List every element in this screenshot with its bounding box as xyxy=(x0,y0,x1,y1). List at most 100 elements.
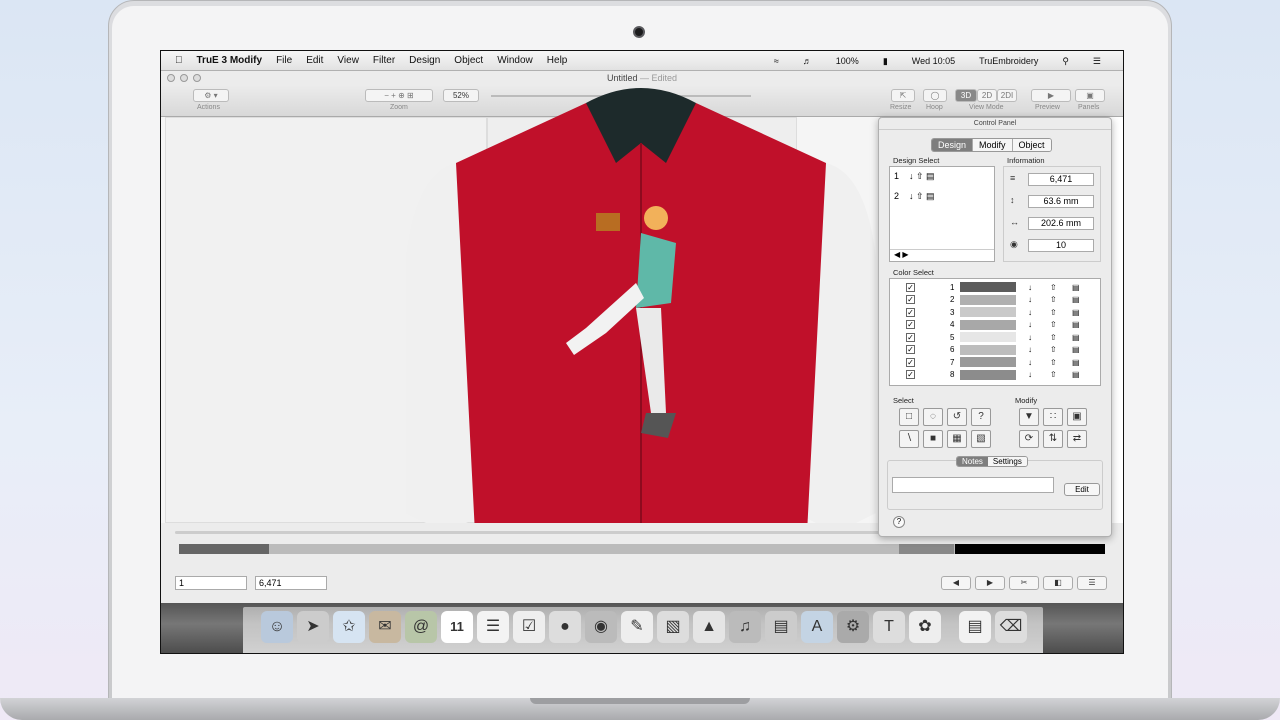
move-up-icon[interactable]: ⇧ xyxy=(1050,370,1057,379)
design-select-list[interactable]: 1 ↓ ⇧ ▤ 2 ↓ ⇧ ▤ ◀ ▶ xyxy=(889,166,995,262)
color-swatch[interactable] xyxy=(960,282,1016,293)
group-icon[interactable]: ∷ xyxy=(1043,408,1063,426)
app-menu[interactable]: TruE 3 Modify xyxy=(197,55,263,66)
color-select-icon[interactable]: ■ xyxy=(923,430,943,448)
textedit-icon[interactable]: ✎ xyxy=(621,611,653,643)
move-up-icon[interactable]: ⇧ xyxy=(1050,308,1057,317)
mail-icon[interactable]: ✉ xyxy=(369,611,401,643)
color-row[interactable]: ✓ 6 ↓ ⇧ ▤ xyxy=(892,344,1088,357)
move-up-icon[interactable]: ⇧ xyxy=(1050,283,1057,292)
menu-filter[interactable]: Filter xyxy=(373,55,395,66)
move-down-icon[interactable]: ↓ xyxy=(1028,333,1032,342)
tab-settings[interactable]: Settings xyxy=(987,457,1027,466)
color-chart-icon[interactable]: ▤ xyxy=(1072,295,1080,304)
move-down-icon[interactable]: ↓ xyxy=(1028,283,1032,292)
resize-button[interactable]: ⇱ xyxy=(891,89,915,102)
move-down-icon[interactable]: ↓ xyxy=(1028,358,1032,367)
move-up-icon[interactable]: ⇧ xyxy=(1050,358,1057,367)
move-up-icon[interactable]: ⇧ xyxy=(1050,333,1057,342)
color-checkbox[interactable]: ✓ xyxy=(906,295,915,305)
color-row[interactable]: ✓ 4 ↓ ⇧ ▤ xyxy=(892,319,1088,332)
finder-icon[interactable]: ☺ xyxy=(261,611,293,643)
safari-icon[interactable]: ✩ xyxy=(333,611,365,643)
color-checkbox[interactable]: ✓ xyxy=(906,370,915,380)
move-down-icon[interactable]: ↓ xyxy=(1028,345,1032,354)
itunes-icon[interactable]: ♫ xyxy=(729,611,761,643)
actions-button[interactable]: ⚙ ▾ xyxy=(193,89,229,102)
tab-design[interactable]: Design xyxy=(932,139,973,151)
color-chart-icon[interactable]: ▤ xyxy=(1072,345,1080,354)
select-help-icon[interactable]: ? xyxy=(971,408,991,426)
volume-icon[interactable]: ♬ xyxy=(803,56,812,66)
wifi-icon[interactable]: ≈ xyxy=(774,56,779,66)
color-swatch[interactable] xyxy=(960,344,1016,355)
zoom-window-icon[interactable] xyxy=(193,74,201,82)
preview-button[interactable]: ▶ xyxy=(1031,89,1071,102)
design-scroll-arrows[interactable]: ◀ ▶ xyxy=(890,249,994,261)
color-chart-icon[interactable]: ▤ xyxy=(1072,308,1080,317)
hoop-button[interactable]: ◯ xyxy=(923,89,947,102)
list-icon[interactable]: ☰ xyxy=(1093,56,1101,67)
search-icon[interactable]: ⚲ xyxy=(1062,56,1069,67)
design-row-1[interactable]: 1 ↓ ⇧ ▤ xyxy=(894,171,935,182)
color-row[interactable]: ✓ 1 ↓ ⇧ ▤ xyxy=(892,281,1088,294)
color-row[interactable]: ✓ 2 ↓ ⇧ ▤ xyxy=(892,294,1088,307)
move-up-icon[interactable]: ⇧ xyxy=(1050,295,1057,304)
calendar-icon[interactable]: 11 xyxy=(441,611,473,643)
documents-icon[interactable]: ▤ xyxy=(959,611,991,643)
menu-view[interactable]: View xyxy=(337,55,359,66)
stripes-button[interactable]: ☰ xyxy=(1077,576,1107,590)
color-checkbox[interactable]: ✓ xyxy=(906,282,915,292)
start-stitch-field[interactable]: 1 xyxy=(175,576,247,590)
user-name[interactable]: TruEmbroidery xyxy=(979,56,1038,66)
rotate-icon[interactable]: ⟳ xyxy=(1019,430,1039,448)
menu-object[interactable]: Object xyxy=(454,55,483,66)
color-swatch[interactable] xyxy=(960,332,1016,343)
menu-file[interactable]: File xyxy=(276,55,292,66)
apple-icon[interactable]:  xyxy=(175,55,183,66)
contacts-icon[interactable]: @ xyxy=(405,611,437,643)
color-chart-icon[interactable]: ▤ xyxy=(1072,358,1080,367)
view-2d-button[interactable]: 2D xyxy=(977,89,997,102)
system-preferences-icon[interactable]: ⚙ xyxy=(837,611,869,643)
menu-help[interactable]: Help xyxy=(547,55,568,66)
panels-button[interactable]: ▣ xyxy=(1075,89,1105,102)
step-forward-button[interactable]: ▶ xyxy=(975,576,1005,590)
color-chart-icon[interactable]: ▤ xyxy=(1072,320,1080,329)
rect-select-icon[interactable]: □ xyxy=(899,408,919,426)
move-up-icon[interactable]: ⇧ xyxy=(1050,345,1057,354)
app-store-icon[interactable]: A xyxy=(801,611,833,643)
tab-object[interactable]: Object xyxy=(1011,139,1051,151)
preview-app-icon[interactable]: ▧ xyxy=(657,611,689,643)
color-swatch[interactable] xyxy=(960,357,1016,368)
layers-icon[interactable]: ▣ xyxy=(1067,408,1087,426)
color-swatch[interactable] xyxy=(960,307,1016,318)
view-2di-button[interactable]: 2DI xyxy=(997,89,1017,102)
move-down-icon[interactable]: ↓ xyxy=(1028,320,1032,329)
facetime-icon[interactable]: ◉ xyxy=(585,611,617,643)
truembroidery-icon[interactable]: ✿ xyxy=(909,611,941,643)
color-swatch[interactable] xyxy=(960,294,1016,305)
move-down-icon[interactable]: ↓ xyxy=(1028,370,1032,379)
view-3d-button[interactable]: 3D xyxy=(955,89,977,102)
move-down-icon[interactable]: ↓ xyxy=(1028,295,1032,304)
color-select-list[interactable]: ✓ 1 ↓ ⇧ ▤ ✓ 2 ↓ ⇧ ▤ ✓ 3 ↓ ⇧ ▤ ✓ 4 ↓ ⇧ ▤ ✓ 5 ↓ ⇧ ▤ ✓ 6 ↓ ⇧ ▤ ✓ 7 ↓ ⇧ ▤ ✓ 8 ↓ ⇧ ▤ xyxy=(889,278,1101,386)
battery-label[interactable]: 100% xyxy=(836,56,859,66)
half-view-button[interactable]: ◧ xyxy=(1043,576,1073,590)
freehand-select-icon[interactable]: ↺ xyxy=(947,408,967,426)
keynote-icon[interactable]: ▲ xyxy=(693,611,725,643)
color-swatch[interactable] xyxy=(960,369,1016,380)
move-up-icon[interactable]: ⇧ xyxy=(1050,320,1057,329)
menu-window[interactable]: Window xyxy=(497,55,533,66)
minimize-icon[interactable] xyxy=(180,74,188,82)
color-row[interactable]: ✓ 7 ↓ ⇧ ▤ xyxy=(892,356,1088,369)
color-row[interactable]: ✓ 5 ↓ ⇧ ▤ xyxy=(892,331,1088,344)
color-checkbox[interactable]: ✓ xyxy=(906,357,915,367)
end-stitch-field[interactable]: 6,471 xyxy=(255,576,327,590)
select-next-icon[interactable]: ▦ xyxy=(947,430,967,448)
step-back-button[interactable]: ◀ xyxy=(941,576,971,590)
move-down-icon[interactable]: ↓ xyxy=(1028,308,1032,317)
clock[interactable]: Wed 10:05 xyxy=(912,56,955,66)
menu-edit[interactable]: Edit xyxy=(306,55,323,66)
true3-icon[interactable]: T xyxy=(873,611,905,643)
